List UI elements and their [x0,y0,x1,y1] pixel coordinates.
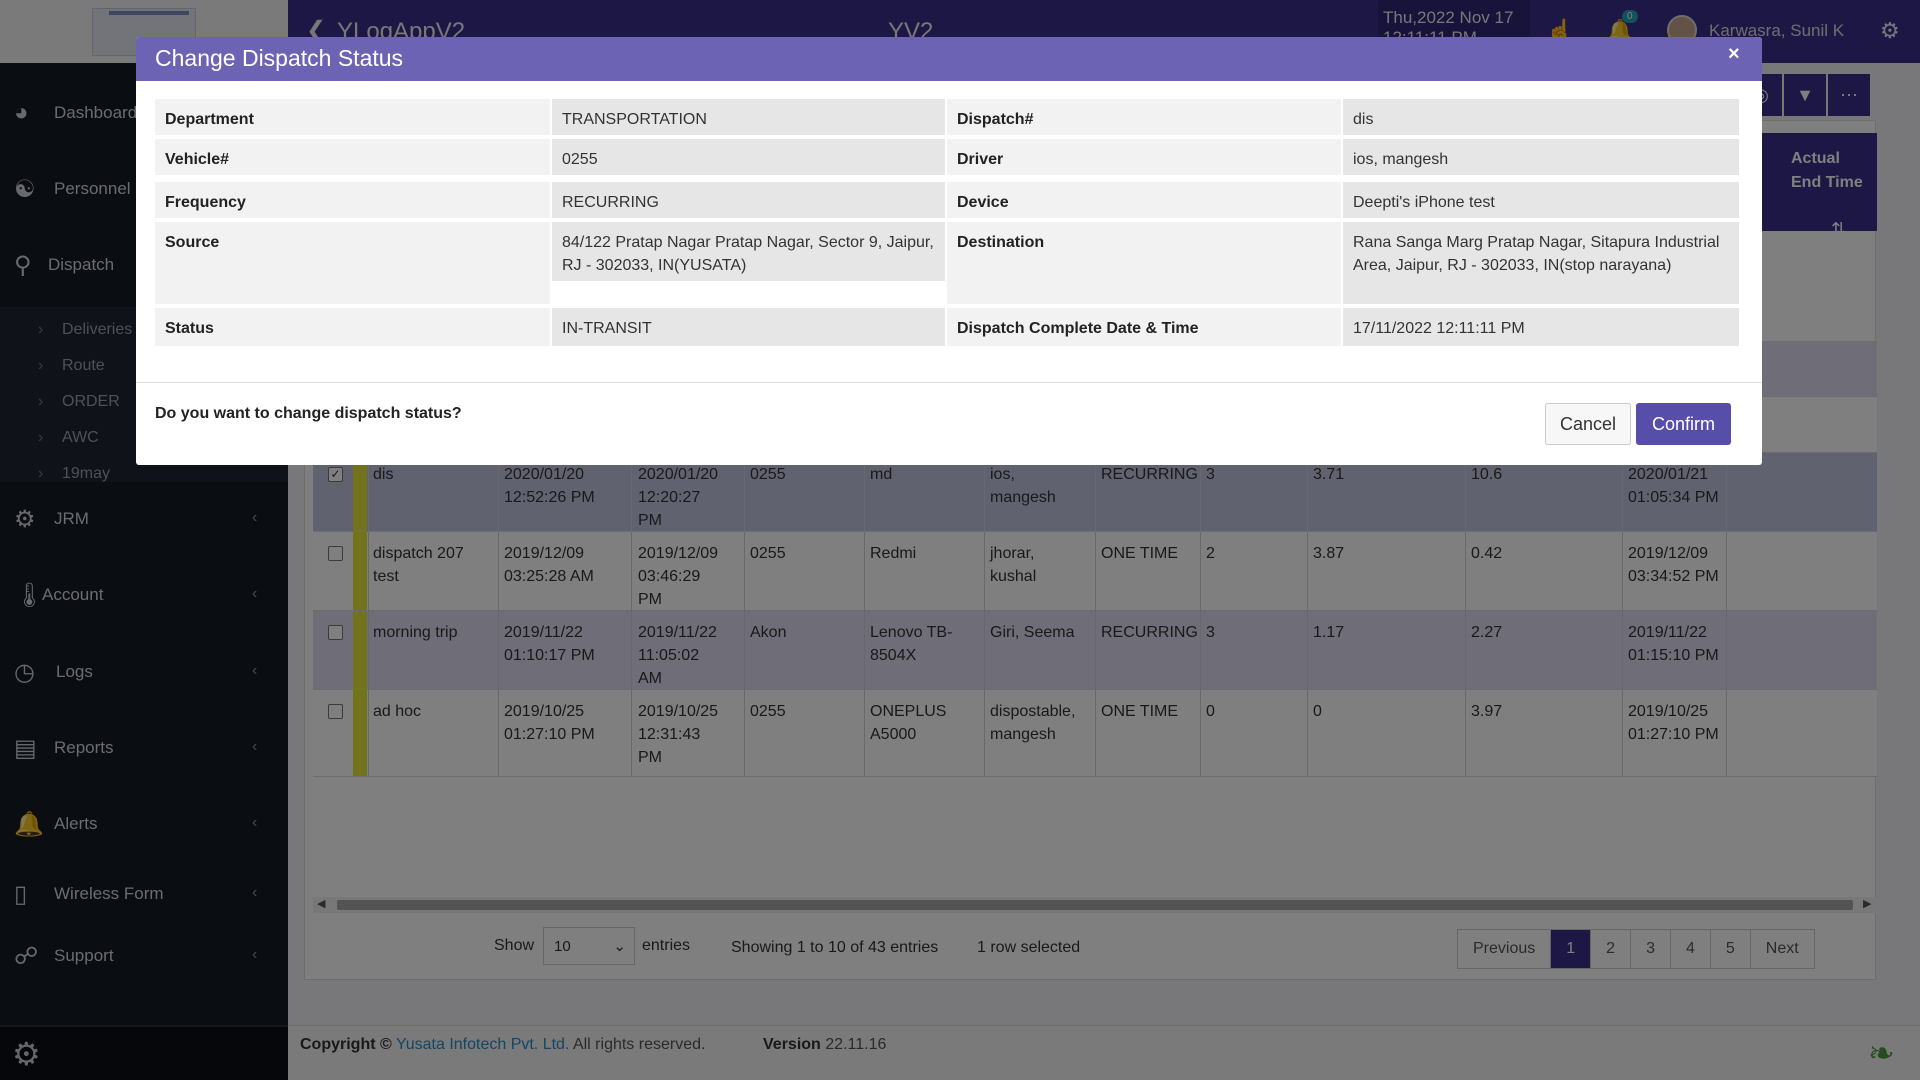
source-value: 84/122 Pratap Nagar Pratap Nagar, Sector… [552,222,945,281]
source-label: Source [155,222,550,304]
destination-label: Destination [947,222,1341,304]
cancel-button[interactable]: Cancel [1545,403,1631,445]
status-label: Status [155,308,550,346]
complete-datetime-label: Dispatch Complete Date & Time [947,308,1341,346]
device-value: Deepti's iPhone test [1343,182,1739,218]
driver-value: ios, mangesh [1343,139,1739,175]
device-label: Device [947,182,1341,218]
status-value: IN-TRANSIT [552,308,945,346]
modal-divider [136,382,1762,383]
driver-label: Driver [947,139,1341,175]
complete-datetime-value: 17/11/2022 12:11:11 PM [1343,308,1739,346]
change-dispatch-status-modal: Change Dispatch Status × Department TRAN… [136,37,1762,465]
modal-title: Change Dispatch Status [155,45,404,71]
confirm-button[interactable]: Confirm [1636,403,1731,445]
confirm-question: Do you want to change dispatch status? [155,405,462,422]
close-icon[interactable]: × [1728,43,1740,66]
department-value: TRANSPORTATION [552,99,945,135]
destination-value: Rana Sanga Marg Pratap Nagar, Sitapura I… [1343,222,1739,304]
department-label: Department [155,99,550,135]
modal-header: Change Dispatch Status × [136,37,1762,81]
vehicle-label: Vehicle# [155,139,550,175]
dispatch-label: Dispatch# [947,99,1341,135]
vehicle-value: 0255 [552,139,945,175]
frequency-value: RECURRING [552,182,945,218]
dispatch-value: dis [1343,99,1739,135]
frequency-label: Frequency [155,182,550,218]
